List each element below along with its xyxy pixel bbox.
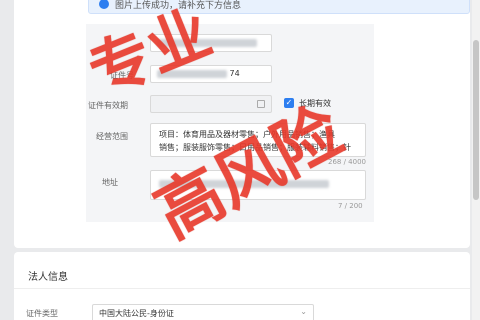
address-label: 地址 <box>102 178 118 187</box>
validity-date-input[interactable] <box>150 95 272 113</box>
business-scope-label: 经营范围 <box>96 132 128 141</box>
scrollbar[interactable] <box>472 0 480 320</box>
divider <box>14 288 470 289</box>
id-number-tail: 74 <box>229 69 240 78</box>
section-title: 法人信息 <box>28 272 68 283</box>
scrollbar-thumb[interactable] <box>473 40 479 200</box>
id-type-select[interactable]: 中国大陆公民-身份证 ⌄ <box>92 304 314 320</box>
calendar-icon <box>257 100 265 108</box>
id-type-label: 证件类型 <box>26 309 58 318</box>
info-icon <box>99 0 109 9</box>
id-type-value: 中国大陆公民-身份证 <box>99 309 174 318</box>
page: 图片上传成功，请补充下方信息 证件号 74 证件有效期 ✓ 长期有效 经营范围 … <box>0 0 480 320</box>
chevron-down-icon: ⌄ <box>300 307 307 316</box>
upload-success-alert: 图片上传成功，请补充下方信息 <box>88 0 470 14</box>
address-char-counter: 7 / 200 <box>338 202 363 210</box>
